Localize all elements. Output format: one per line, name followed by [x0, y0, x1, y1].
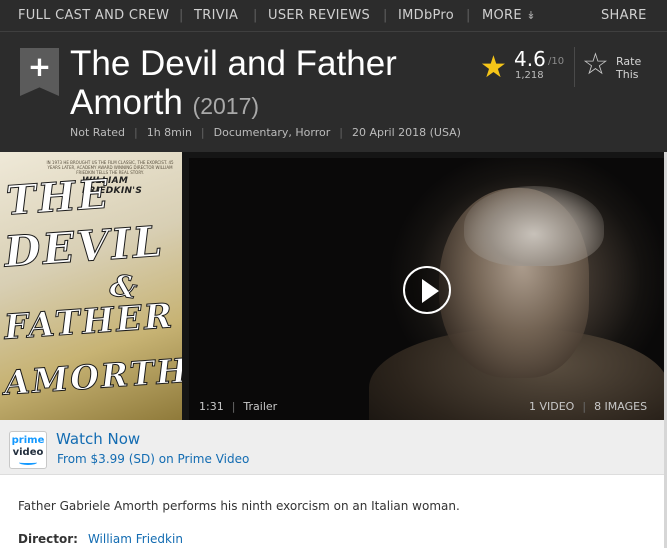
nav-imdbpro[interactable]: IMDbPro	[398, 8, 454, 23]
poster-image[interactable]: IN 1973 HE BROUGHT US THE FILM CLASSIC, …	[0, 152, 182, 420]
sub-navigation: FULL CAST AND CREW | TRIVIA | USER REVIE…	[0, 0, 667, 32]
play-triangle	[422, 279, 439, 303]
nav-full-cast-and-crew[interactable]: FULL CAST AND CREW	[18, 8, 169, 23]
prime-video-logo: prime video	[9, 431, 47, 469]
meta-separator: |	[339, 126, 343, 139]
video-type: Trailer	[243, 400, 278, 413]
nav-separator: |	[466, 8, 471, 23]
add-to-watchlist-button[interactable]: +	[20, 48, 59, 96]
poster-word-father: FATHER	[2, 296, 176, 349]
videos-link[interactable]: 1 VIDEO	[529, 400, 574, 413]
images-link[interactable]: 8 IMAGES	[594, 400, 647, 413]
rating-count-link[interactable]: 1,218	[515, 70, 544, 81]
director-credit: Director: William Friedkin	[18, 532, 183, 546]
rate-this-star-icon[interactable]: ☆	[582, 50, 609, 80]
nav-more[interactable]: MORE ↡	[482, 8, 536, 23]
plus-icon: +	[27, 50, 52, 83]
video-frame-hair	[464, 186, 604, 266]
poster-word-amorth: AMORTH	[2, 350, 182, 403]
poster-word-devil: DEVIL	[2, 216, 166, 277]
movie-year-link[interactable]: (2017)	[193, 93, 259, 119]
media-strip: IN 1973 HE BROUGHT US THE FILM CLASSIC, …	[0, 152, 667, 420]
meta-separator: |	[200, 126, 205, 139]
prime-logo-text: prime	[11, 435, 45, 446]
release-date-link[interactable]: 20 April 2018 (USA)	[352, 126, 461, 139]
watch-price-link[interactable]: From $3.99 (SD) on Prime Video	[57, 452, 249, 466]
director-link[interactable]: William Friedkin	[88, 532, 183, 546]
nav-trivia[interactable]: TRIVIA	[194, 8, 238, 23]
poster-word-the: THE	[4, 170, 112, 225]
double-chevron-down-icon: ↡	[526, 9, 536, 22]
genres-link[interactable]: Documentary, Horror	[214, 126, 331, 139]
rating-value: 4.6	[514, 47, 546, 71]
runtime: 1h 8min	[146, 126, 192, 139]
share-button[interactable]: SHARE	[601, 8, 647, 23]
play-icon[interactable]	[403, 266, 451, 314]
star-icon: ★	[480, 50, 507, 85]
plot-summary: Father Gabriele Amorth performs his nint…	[18, 499, 460, 513]
nav-separator: |	[253, 8, 258, 23]
certificate: Not Rated	[70, 126, 125, 139]
video-duration: 1:31	[199, 400, 224, 413]
nav-user-reviews[interactable]: USER REVIEWS	[268, 8, 370, 23]
watch-now-bar[interactable]: prime video Watch Now From $3.99 (SD) on…	[0, 420, 667, 475]
rating-max: /10	[548, 56, 565, 67]
title-meta: Not Rated | 1h 8min | Documentary, Horror | 20…	[70, 126, 461, 139]
nav-separator: |	[383, 8, 388, 23]
nav-more-label: MORE	[482, 8, 522, 23]
smile-icon	[19, 460, 37, 465]
rating-divider	[574, 47, 575, 87]
nav-separator: |	[179, 8, 184, 23]
watch-now-link[interactable]: Watch Now	[56, 430, 140, 448]
meta-separator: |	[133, 126, 138, 139]
video-logo-text: video	[12, 447, 44, 458]
director-label: Director:	[18, 532, 78, 546]
page-title: The Devil and Father Amorth (2017)	[70, 44, 470, 126]
rate-this-button[interactable]: Rate This	[616, 55, 656, 81]
title-block: FULL CAST AND CREW | TRIVIA | USER REVIE…	[0, 0, 667, 152]
media-separator: |	[582, 400, 587, 413]
media-counts: 1 VIDEO | 8 IMAGES	[529, 400, 647, 413]
video-info: 1:31 | Trailer	[199, 400, 277, 413]
video-separator: |	[231, 400, 236, 413]
